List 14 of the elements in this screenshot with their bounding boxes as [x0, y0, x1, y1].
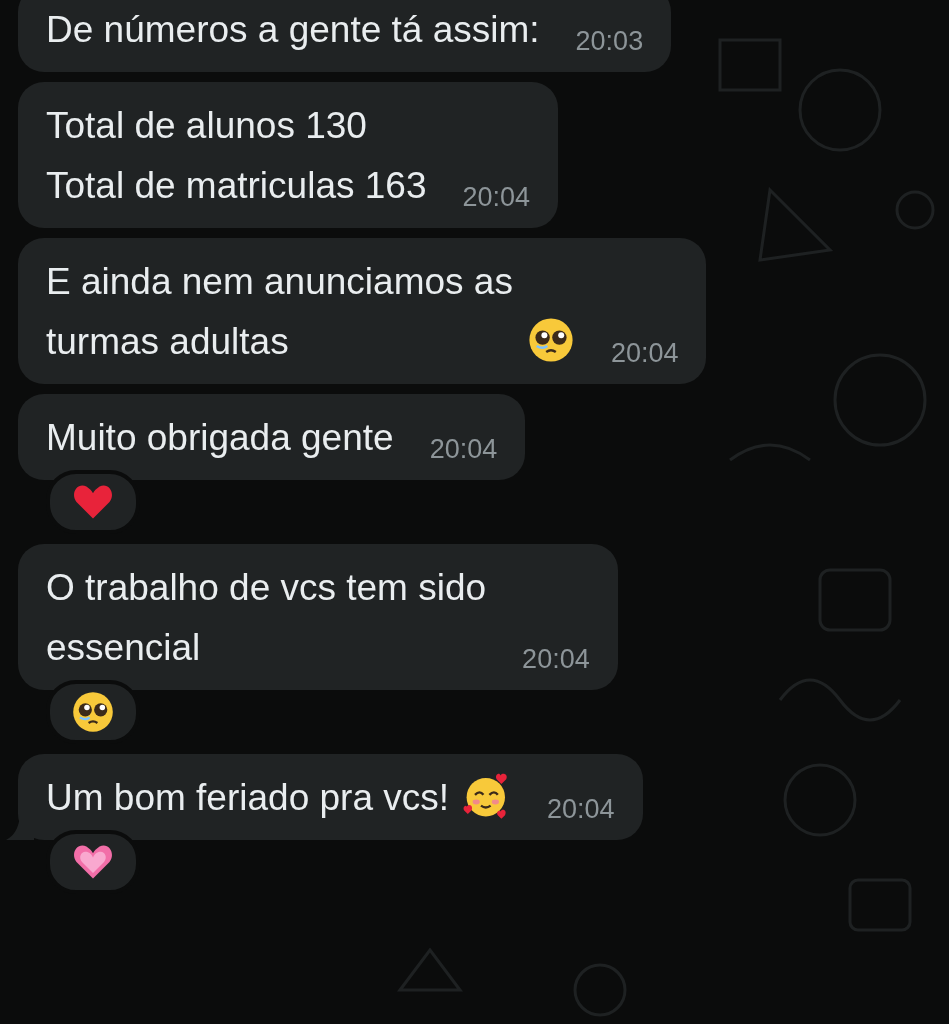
message-text: O trabalho de vcs tem sido essencial	[46, 566, 487, 670]
pleading-face-icon	[71, 690, 115, 734]
message-text: Um bom feriado pra vcs!	[46, 776, 450, 820]
message-time: 20:04	[610, 337, 679, 370]
message-text: Total de alunos 130 Total de matriculas 163	[46, 104, 427, 208]
message-time: 20:03	[575, 25, 644, 58]
message-time: 20:04	[547, 793, 615, 826]
message-text: De números a gente tá assim:	[46, 8, 540, 52]
pleading-face-icon	[526, 316, 575, 364]
message-time: 20:04	[462, 181, 531, 214]
message-time: 20:04	[522, 643, 590, 676]
message-text: Muito obrigada gente	[46, 416, 394, 460]
message-text: E ainda nem anunciamos as turmas adultas	[46, 260, 513, 364]
message-time: 20:04	[429, 433, 498, 466]
